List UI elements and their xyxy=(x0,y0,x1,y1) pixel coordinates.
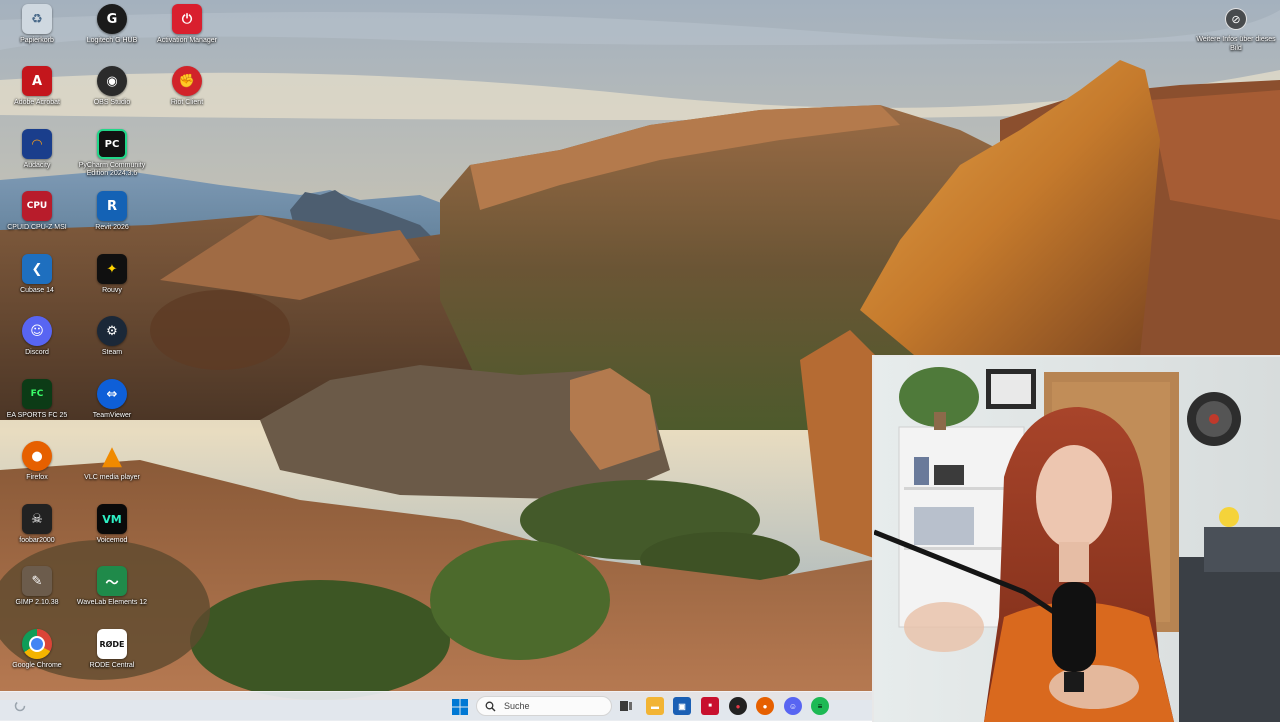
pinned-app-dark-icon: ● xyxy=(735,701,741,711)
logitech-g-icon: G xyxy=(97,4,127,34)
camera-info-icon: ⊘ xyxy=(1225,8,1247,30)
desktop-icon-voicemod[interactable]: VM Voicemod xyxy=(75,504,149,562)
desktop-icon-firefox[interactable]: ● Firefox xyxy=(0,441,74,499)
riot-client-icon: ✊ xyxy=(172,66,202,96)
loading-spinner-icon xyxy=(14,700,26,712)
discord-taskbar-icon: ☺ xyxy=(788,701,798,711)
audacity-icon: ◠ xyxy=(22,129,52,159)
desktop-icon-pycharm[interactable]: PC PyCharm Community Edition 2024.3.6 xyxy=(75,129,149,187)
desktop-icon-wavelab[interactable]: 〜 WaveLab Elements 12 xyxy=(75,566,149,624)
desktop-icon-rouvy[interactable]: ✦ Rouvy xyxy=(75,254,149,312)
taskbar-search-box[interactable]: Suche xyxy=(476,696,612,716)
wallpaper-info-widget[interactable]: ⊘ Weitere Infos über dieses Bild xyxy=(1196,8,1276,53)
task-view-icon xyxy=(620,701,632,711)
cubase-icon: ❮ xyxy=(22,254,52,284)
firefox-icon: ● xyxy=(22,441,52,471)
store-icon: ▣ xyxy=(678,701,686,711)
desktop-icon-revit[interactable]: R Revit 2026 xyxy=(75,191,149,249)
wavelab-icon: 〜 xyxy=(97,566,127,596)
firefox-taskbar-icon: ● xyxy=(762,701,768,711)
recycle-bin-icon: ♻ xyxy=(22,4,52,34)
desktop-icon-rode-central[interactable]: RØDE RODE Central xyxy=(75,629,149,687)
pinned-app-dark-button[interactable]: ● xyxy=(729,697,747,715)
pinned-app-red-button[interactable]: ■ xyxy=(701,697,719,715)
search-placeholder: Suche xyxy=(504,701,530,711)
foobar2000-icon: ☠ xyxy=(22,504,52,534)
revit-icon: R xyxy=(97,191,127,221)
desktop-icon-adobe-acrobat[interactable]: A Adobe Acrobat xyxy=(0,66,74,124)
discord-icon: ☺ xyxy=(22,316,52,346)
ea-sports-fc-icon: FC xyxy=(22,379,52,409)
start-button[interactable] xyxy=(451,698,469,716)
chrome-icon xyxy=(22,629,52,659)
pinned-app-red-icon: ■ xyxy=(708,703,712,709)
spotify-taskbar-icon: ≡ xyxy=(817,701,823,711)
desktop-icon-google-chrome[interactable]: Google Chrome xyxy=(0,629,74,687)
discord-taskbar-button[interactable]: ☺ xyxy=(784,697,802,715)
search-icon xyxy=(485,701,496,712)
taskbar: Suche ▬ ▣ ■ ● ● ☺ ≡ xyxy=(0,691,872,721)
voicemod-icon: VM xyxy=(97,504,127,534)
pycharm-icon: PC xyxy=(97,129,127,159)
desktop-icon-recycle-bin[interactable]: ♻ Papierkorb xyxy=(0,4,74,62)
activation-manager-icon: ⏻ xyxy=(172,4,202,34)
desktop-icon-riot-client[interactable]: ✊ Riot Client xyxy=(150,66,224,124)
teamviewer-icon: ⇔ xyxy=(97,379,127,409)
desktop-icon-audacity[interactable]: ◠ Audacity xyxy=(0,129,74,187)
cpu-z-icon: CPU xyxy=(22,191,52,221)
desktop-icon-steam[interactable]: ⚙ Steam xyxy=(75,316,149,374)
desktop-icon-cpu-z[interactable]: CPU CPUID CPU-Z MSI xyxy=(0,191,74,249)
desktop-icon-ea-sports-fc[interactable]: FC EA SPORTS FC 25 xyxy=(0,379,74,437)
file-explorer-icon: ▬ xyxy=(651,701,659,711)
desktop-icon-cubase[interactable]: ❮ Cubase 14 xyxy=(0,254,74,312)
task-view-button[interactable] xyxy=(617,697,635,715)
desktop-icon-gimp[interactable]: ✎ GIMP 2.10.38 xyxy=(0,566,74,624)
webcam-overlay xyxy=(872,355,1280,722)
firefox-taskbar-button[interactable]: ● xyxy=(756,697,774,715)
gimp-icon: ✎ xyxy=(22,566,52,596)
desktop-icon-foobar2000[interactable]: ☠ foobar2000 xyxy=(0,504,74,562)
obs-studio-icon: ◉ xyxy=(97,66,127,96)
adobe-acrobat-icon: A xyxy=(22,66,52,96)
store-button[interactable]: ▣ xyxy=(673,697,691,715)
desktop-icon-vlc[interactable]: ▲ VLC media player xyxy=(75,441,149,499)
desktop-icon-discord[interactable]: ☺ Discord xyxy=(0,316,74,374)
rode-central-icon: RØDE xyxy=(97,629,127,659)
desktop-icon-logitech-g-hub[interactable]: G Logitech G HUB xyxy=(75,4,149,62)
file-explorer-button[interactable]: ▬ xyxy=(646,697,664,715)
rouvy-icon: ✦ xyxy=(97,254,127,284)
spotify-taskbar-button[interactable]: ≡ xyxy=(811,697,829,715)
desktop-icon-activation-manager[interactable]: ⏻ Activation Manager xyxy=(150,4,224,62)
desktop-icon-obs-studio[interactable]: ◉ OBS Studio xyxy=(75,66,149,124)
wallpaper-info-label: Weitere Infos über dieses Bild xyxy=(1196,36,1276,52)
steam-icon: ⚙ xyxy=(97,316,127,346)
vlc-icon: ▲ xyxy=(102,441,122,471)
desktop-icon-teamviewer[interactable]: ⇔ TeamViewer xyxy=(75,379,149,437)
